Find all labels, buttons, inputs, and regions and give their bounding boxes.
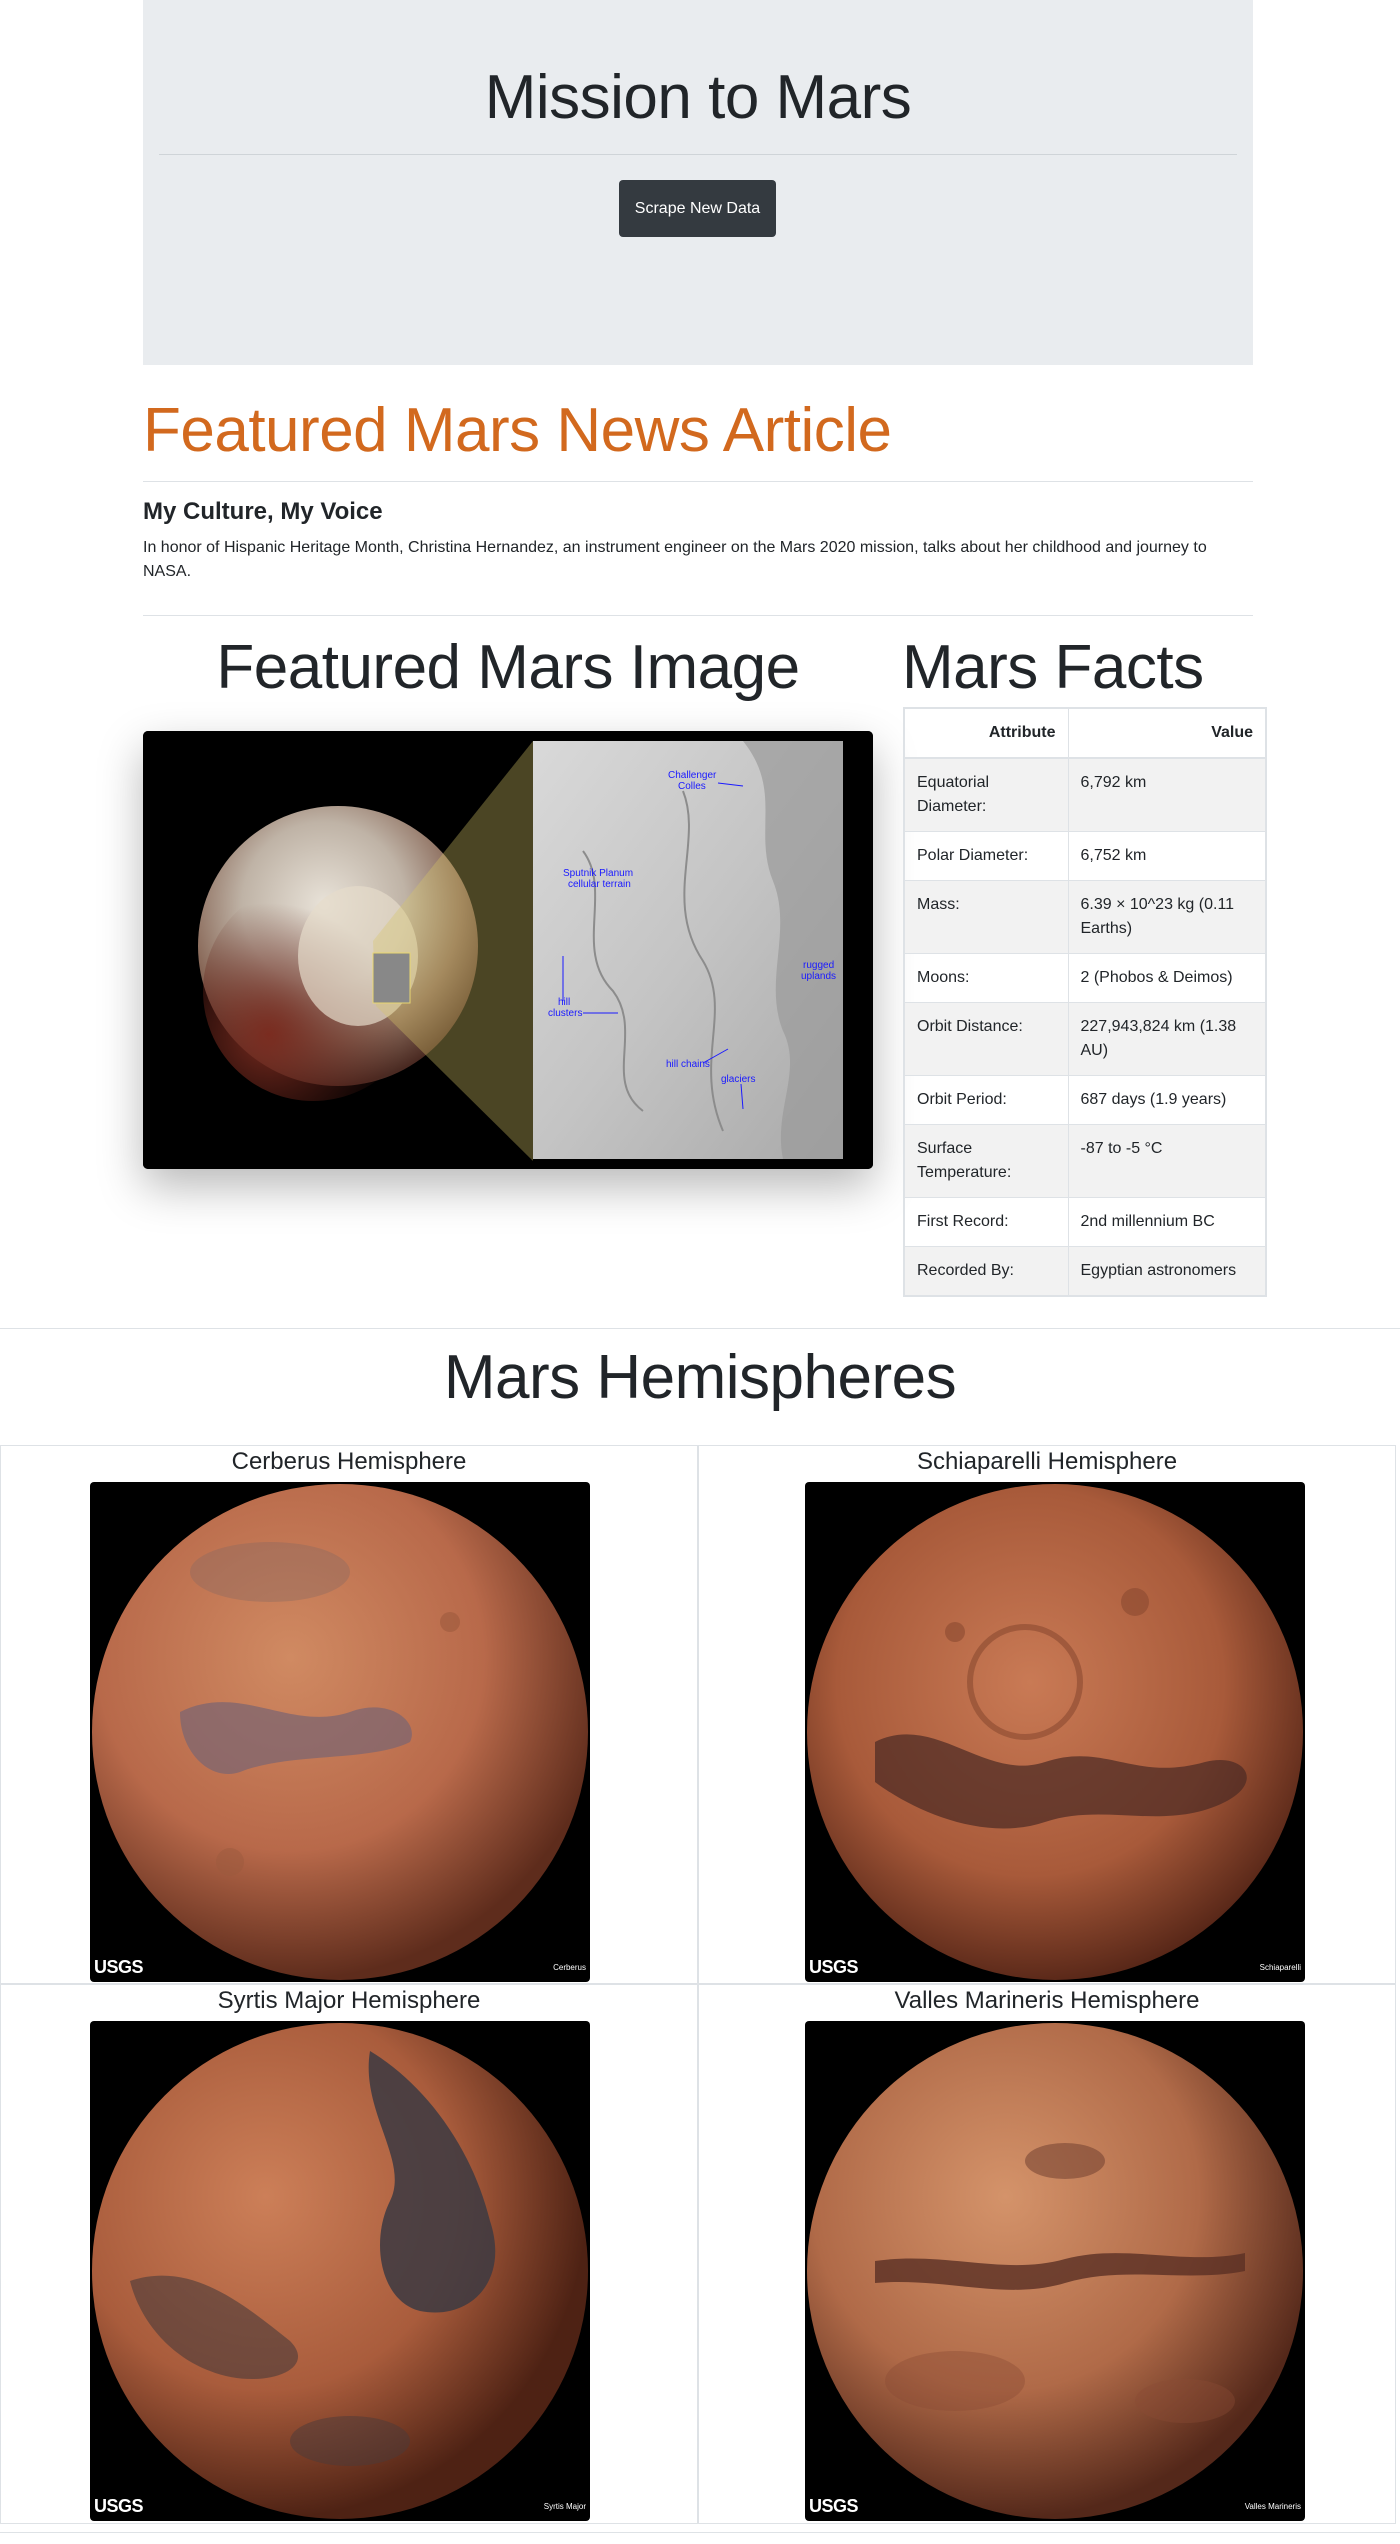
divider [0,1328,1400,1329]
fact-value: 2 (Phobos & Deimos) [1067,953,1267,1003]
fact-value: 227,943,824 km (1.38 AU) [1067,1002,1267,1076]
divider [159,154,1237,155]
label-sputnik-planum: Sputnik Planum [563,868,633,879]
table-row: Mass: 6.39 × 10^23 kg (0.11 Earths) [903,880,1267,954]
fact-value: 2nd millennium BC [1067,1197,1267,1247]
table-row: Orbit Distance: 227,943,824 km (1.38 AU) [903,1002,1267,1076]
usgs-logo: USGS [94,2496,144,2516]
mars-facts-table: Attribute Value Equatorial Diameter: 6,79… [903,707,1267,1297]
page-title: Mission to Mars [484,63,912,132]
table-row: Equatorial Diameter: 6,792 km [903,757,1267,832]
fact-attribute: First Record: [903,1197,1069,1247]
label-glaciers: glaciers [721,1074,755,1085]
label-rugged-uplands: rugged [803,960,834,971]
hemisphere-image[interactable]: USGS Cerberus [90,1482,590,1982]
fact-value: 6.39 × 10^23 kg (0.11 Earths) [1067,880,1267,954]
svg-text:Colles: Colles [678,781,706,792]
usgs-logo: USGS [809,2496,859,2516]
table-header-row: Attribute Value [903,707,1267,759]
fact-attribute: Orbit Distance: [903,1002,1069,1076]
hemisphere-tag: Valles Marineris [1244,2502,1301,2511]
news-title: My Culture, My Voice [143,498,383,525]
featured-image[interactable]: Challenger Colles Sputnik Planum cellula… [143,731,873,1169]
label-hill-clusters: hill [558,997,570,1008]
fact-attribute: Mass: [903,880,1069,954]
hemisphere-image[interactable]: USGS Valles Marineris [805,2021,1305,2521]
table-row: Polar Diameter: 6,752 km [903,831,1267,881]
hemisphere-title: Syrtis Major Hemisphere [217,1987,481,2014]
table-row: Recorded By: Egyptian astronomers [903,1246,1267,1297]
fact-attribute: Polar Diameter: [903,831,1069,881]
table-row: First Record: 2nd millennium BC [903,1197,1267,1247]
fact-attribute: Orbit Period: [903,1075,1069,1125]
hemisphere-title: Cerberus Hemisphere [231,1448,467,1475]
fact-value: 687 days (1.9 years) [1067,1075,1267,1125]
svg-text:clusters: clusters [548,1008,582,1019]
hemisphere-tag: Schiaparelli [1259,1963,1301,1972]
usgs-logo: USGS [809,1957,859,1977]
hemisphere-title: Schiaparelli Hemisphere [916,1448,1178,1475]
svg-text:uplands: uplands [801,971,836,982]
fact-attribute: Equatorial Diameter: [903,757,1069,832]
hemisphere-image[interactable]: USGS Syrtis Major [90,2021,590,2521]
table-row: Moons: 2 (Phobos & Deimos) [903,953,1267,1003]
usgs-logo: USGS [94,1957,144,1977]
table-row: Surface Temperature: -87 to -5 °C [903,1124,1267,1198]
hemisphere-image[interactable]: USGS Schiaparelli [805,1482,1305,1982]
hemisphere-title: Valles Marineris Hemisphere [894,1987,1200,2014]
featured-image-heading: Featured Mars Image [216,633,800,702]
divider [143,615,1253,616]
fact-attribute: Surface Temperature: [903,1124,1069,1198]
fact-value: 6,752 km [1067,831,1267,881]
label-hill-chains: hill chains [666,1059,710,1070]
hemisphere-card-valles-marineris: Valles Marineris Hemisphere USGS Valles … [698,1984,1396,2524]
table-row: Orbit Period: 687 days (1.9 years) [903,1075,1267,1125]
fact-value: 6,792 km [1067,757,1267,832]
column-header: Attribute [903,707,1069,759]
column-header: Value [1067,707,1267,759]
divider [0,2532,1400,2533]
label-challenger-colles: Challenger [668,770,717,781]
fact-attribute: Recorded By: [903,1246,1069,1297]
hemisphere-card-schiaparelli: Schiaparelli Hemisphere USGS Schiaparell… [698,1445,1396,1984]
fact-value: Egyptian astronomers [1067,1246,1267,1297]
divider [143,481,1253,482]
hemisphere-tag: Cerberus [553,1963,586,1972]
fact-attribute: Moons: [903,953,1069,1003]
hemisphere-card-cerberus: Cerberus Hemisphere USGS Cerberus [0,1445,698,1984]
svg-text:cellular terrain: cellular terrain [568,879,631,890]
mars-facts-heading: Mars Facts [902,633,1204,702]
news-paragraph: In honor of Hispanic Heritage Month, Chr… [143,539,1207,580]
news-heading: Featured Mars News Article [143,396,892,465]
hemispheres-grid: Cerberus Hemisphere USGS Cerberus Schiap… [0,1445,1400,2524]
fact-value: -87 to -5 °C [1067,1124,1267,1198]
jumbotron: Mission to Mars Scrape New Data [143,0,1253,365]
hemispheres-heading: Mars Hemispheres [443,1343,957,1412]
scrape-new-data-button[interactable]: Scrape New Data [619,180,776,237]
hemisphere-tag: Syrtis Major [543,2502,586,2511]
hemisphere-card-syrtis-major: Syrtis Major Hemisphere USGS Syrtis Majo… [0,1984,698,2524]
